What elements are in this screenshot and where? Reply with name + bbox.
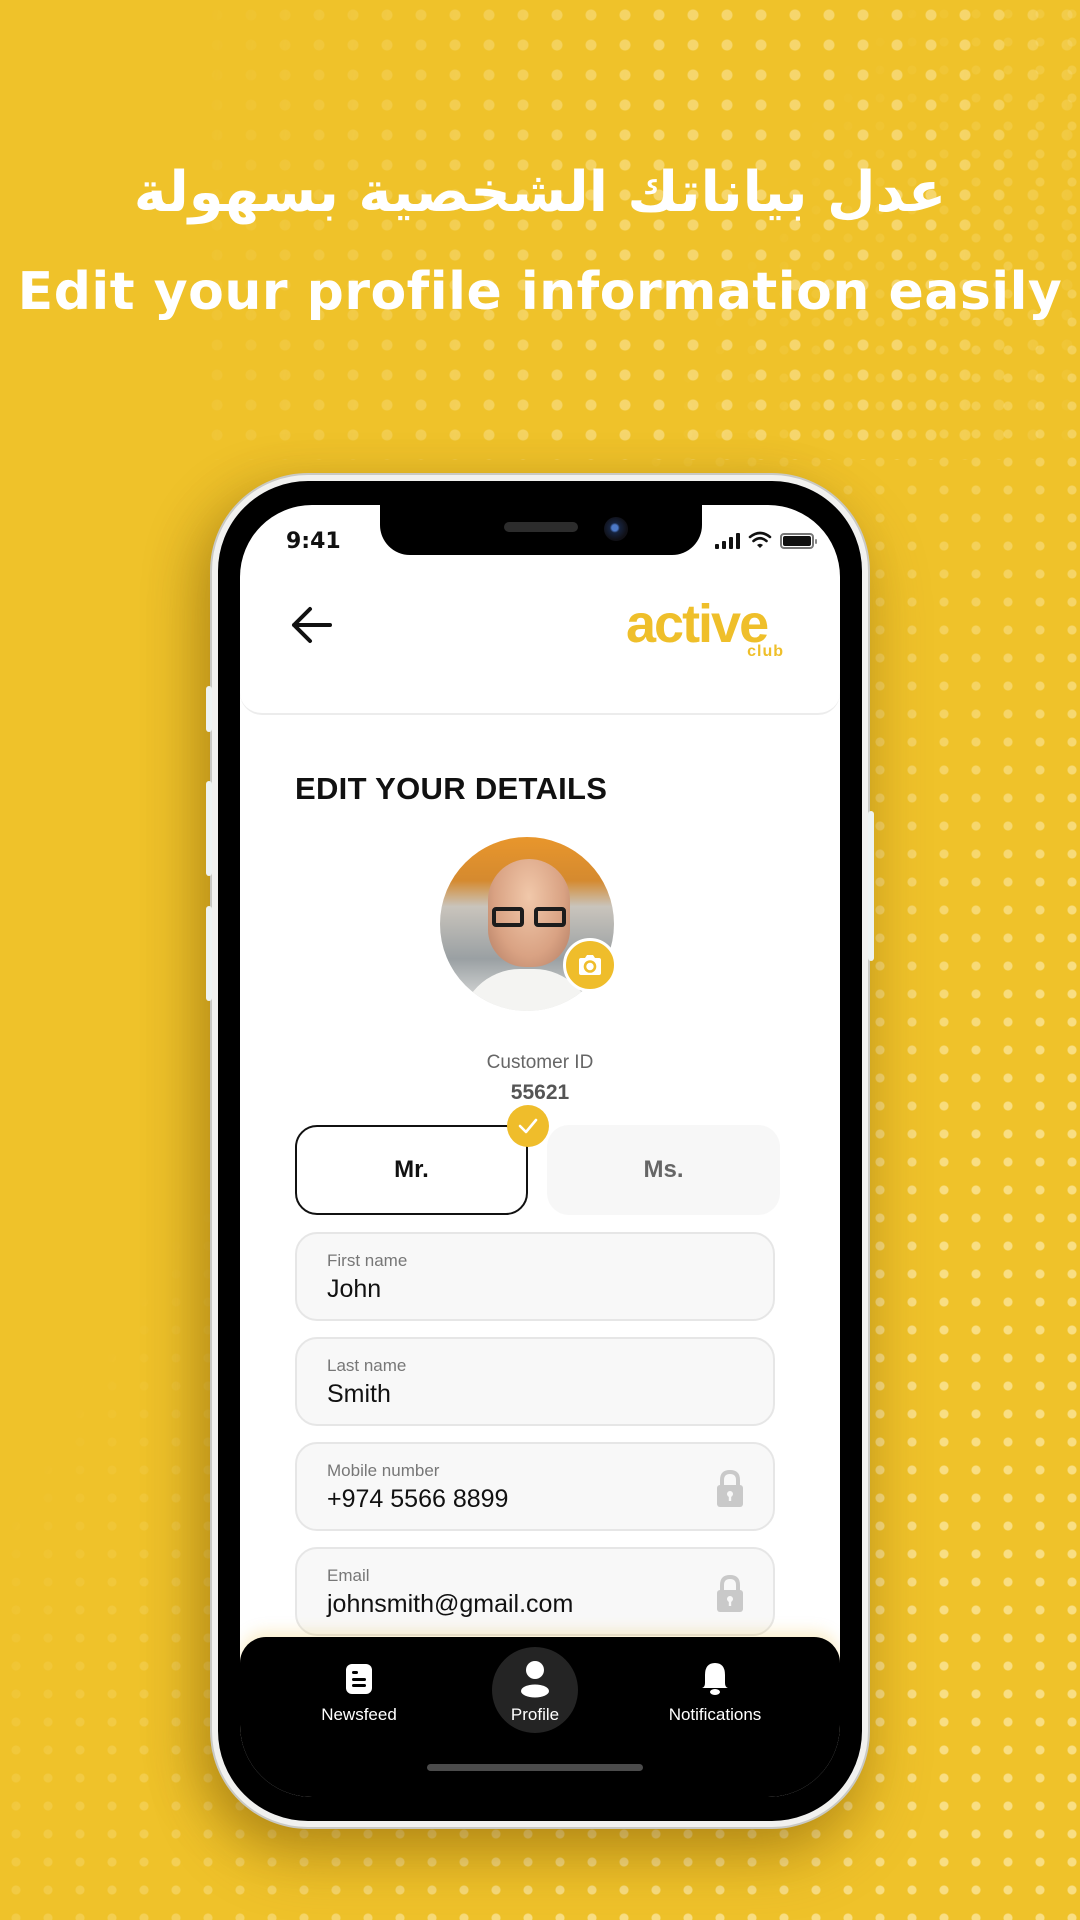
arrow-left-icon xyxy=(292,607,332,643)
mobile-number-value: +974 5566 8899 xyxy=(327,1485,509,1513)
salutation-ms-button[interactable]: Ms. xyxy=(547,1125,780,1215)
selected-check-badge xyxy=(507,1105,549,1147)
page-title: EDIT YOUR DETAILS xyxy=(295,771,608,806)
email-field[interactable]: Email johnsmith@gmail.com xyxy=(295,1547,775,1636)
newsfeed-icon xyxy=(346,1664,372,1694)
phone-mute-switch xyxy=(206,686,212,732)
customer-id-label: Customer ID xyxy=(486,1052,594,1073)
salutation-mr-button[interactable]: Mr. xyxy=(295,1125,528,1215)
speaker-grille xyxy=(504,522,578,532)
checkmark-icon xyxy=(518,1118,538,1134)
phone-notch xyxy=(380,505,702,555)
change-photo-button[interactable] xyxy=(563,938,617,992)
email-label: Email xyxy=(327,1566,370,1585)
status-icons xyxy=(715,531,817,549)
profile-icon xyxy=(521,1661,549,1698)
email-value: johnsmith@gmail.com xyxy=(327,1590,574,1618)
logo-word: active xyxy=(626,594,769,654)
status-time: 9:41 xyxy=(286,529,341,554)
phone-power-button xyxy=(868,811,874,961)
phone-volume-down-button xyxy=(206,906,212,1001)
nav-newsfeed[interactable]: Newsfeed xyxy=(284,1651,434,1737)
battery-icon xyxy=(780,533,817,549)
last-name-label: Last name xyxy=(327,1356,407,1375)
nav-profile-label: Profile xyxy=(510,1705,560,1724)
camera-icon xyxy=(579,955,601,975)
back-button[interactable] xyxy=(288,603,336,647)
nav-notifications-label: Notifications xyxy=(668,1705,762,1724)
mobile-number-label: Mobile number xyxy=(327,1461,440,1480)
nav-notifications[interactable]: Notifications xyxy=(640,1651,790,1737)
lock-icon xyxy=(717,1470,743,1507)
wifi-icon xyxy=(748,531,772,548)
promo-headline-arabic: عدل بياناتك الشخصية بسهولة xyxy=(133,160,947,225)
last-name-value[interactable]: Smith xyxy=(327,1380,391,1409)
front-camera xyxy=(604,517,628,541)
promo-headline-english: Edit your profile information easily xyxy=(17,262,1063,322)
bell-icon xyxy=(702,1663,728,1695)
nav-newsfeed-label: Newsfeed xyxy=(321,1705,397,1724)
bottom-nav: Newsfeed Profile Notifications xyxy=(240,1637,840,1797)
first-name-field[interactable]: First name John xyxy=(295,1232,775,1321)
phone-volume-up-button xyxy=(206,781,212,876)
mobile-number-field[interactable]: Mobile number +974 5566 8899 xyxy=(295,1442,775,1531)
last-name-field[interactable]: Last name Smith xyxy=(295,1337,775,1426)
customer-id-value: 55621 xyxy=(510,1081,570,1104)
phone-frame: active club 9:41 EDIT YOUR DETAILS Custo… xyxy=(206,475,874,1827)
cellular-signal-icon xyxy=(715,533,740,549)
logo-sub: club xyxy=(747,643,784,660)
nav-profile[interactable]: Profile xyxy=(460,1647,610,1737)
first-name-value[interactable]: John xyxy=(327,1275,381,1304)
active-club-logo: active club xyxy=(626,597,784,663)
lock-icon xyxy=(717,1575,743,1612)
phone-screen: active club 9:41 EDIT YOUR DETAILS Custo… xyxy=(240,505,840,1797)
first-name-label: First name xyxy=(327,1251,408,1270)
